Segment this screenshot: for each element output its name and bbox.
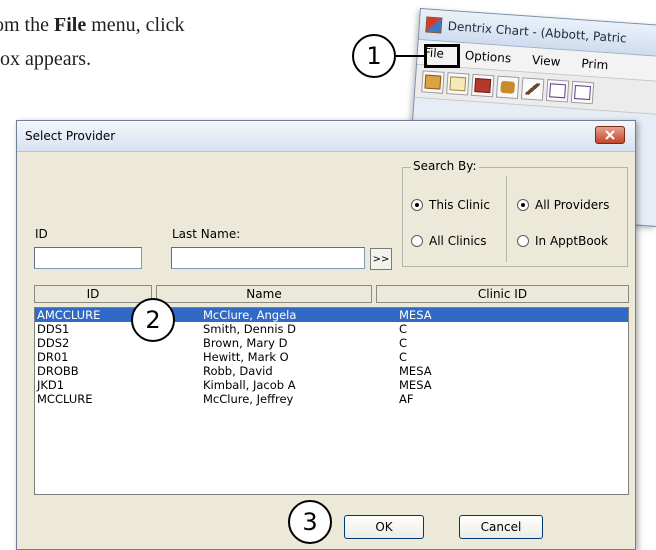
radio-all-clinics-dot xyxy=(411,235,423,247)
row-clinic: AF xyxy=(399,392,414,406)
dentrix-app-icon xyxy=(425,16,443,34)
chart-window-title: Dentrix Chart - (Abbott, Patric xyxy=(447,19,628,46)
row-clinic: C xyxy=(399,350,408,364)
dialog-title: Select Provider xyxy=(25,129,116,143)
callout-2: 2 xyxy=(131,298,175,342)
row-name: Brown, Mary D xyxy=(203,336,288,350)
radio-in-apptbook-label: In ApptBook xyxy=(535,234,608,248)
id-field[interactable] xyxy=(34,247,142,269)
row-id: DDS1 xyxy=(37,322,70,336)
radio-all-providers-label: All Providers xyxy=(535,198,610,212)
form-toolbar-button[interactable] xyxy=(570,80,595,105)
search-by-divider xyxy=(506,176,507,262)
chair-icon xyxy=(500,80,516,94)
menu-prim[interactable]: Prim xyxy=(572,56,621,73)
row-id: DROBB xyxy=(37,364,79,378)
notes-toolbar-button[interactable] xyxy=(446,72,470,96)
patient-folder-toolbar-button[interactable] xyxy=(421,70,445,94)
callout-3: 3 xyxy=(288,500,332,544)
row-name: Hewitt, Mark O xyxy=(203,350,289,364)
book-icon xyxy=(474,78,492,94)
row-id: AMCCLURE xyxy=(37,308,101,322)
row-name: Kimball, Jacob A xyxy=(203,378,296,392)
row-clinic: C xyxy=(399,336,408,350)
table-row[interactable]: DROBB Robb, David MESA xyxy=(35,364,628,378)
radio-all-providers-dot xyxy=(517,199,529,211)
patient-folder-icon xyxy=(424,74,442,90)
row-id: JKD1 xyxy=(37,378,65,392)
radio-this-clinic-label: This Clinic xyxy=(429,198,490,212)
row-id: DDS2 xyxy=(37,336,70,350)
pen-toolbar-button[interactable] xyxy=(520,77,545,101)
chair-toolbar-button[interactable] xyxy=(495,75,520,100)
row-clinic: MESA xyxy=(399,308,432,322)
column-header-id[interactable]: ID xyxy=(34,285,152,303)
table-row[interactable]: MCCLURE McClure, Jeffrey AF xyxy=(35,392,628,406)
row-name: McClure, Jeffrey xyxy=(203,392,294,406)
callout-1-leader xyxy=(396,55,426,57)
file-menu-reference: File xyxy=(54,14,87,36)
select-provider-dialog: Select Provider ID Last Name: >> Search … xyxy=(16,120,636,550)
radio-in-apptbook[interactable]: In ApptBook xyxy=(517,234,608,248)
close-icon xyxy=(605,130,615,140)
close-button[interactable] xyxy=(595,126,625,144)
menu-options[interactable]: Options xyxy=(455,48,523,67)
form-icon xyxy=(574,85,591,101)
ok-button[interactable]: OK xyxy=(344,515,424,539)
row-clinic: MESA xyxy=(399,378,432,392)
radio-in-apptbook-dot xyxy=(517,235,529,247)
table-row[interactable]: AMCCLURE McClure, Angela MESA xyxy=(35,308,628,322)
provider-list[interactable]: AMCCLURE McClure, Angela MESA DDS1 Smith… xyxy=(34,307,629,495)
row-id: DR01 xyxy=(37,350,69,364)
instruction-line-2: box appears. xyxy=(0,48,92,70)
callout-1: 1 xyxy=(352,34,396,78)
row-clinic: C xyxy=(399,322,408,336)
instruction-text: om the File menu, click box appears. xyxy=(0,8,300,76)
file-menu-highlight xyxy=(424,44,460,68)
search-by-group: Search By: This Clinic All Clinics All P… xyxy=(402,159,628,267)
last-name-label: Last Name: xyxy=(172,227,241,241)
radio-all-clinics-label: All Clinics xyxy=(429,234,487,248)
row-name: Robb, David xyxy=(203,364,273,378)
menu-view[interactable]: View xyxy=(523,52,573,69)
pen-icon xyxy=(525,82,541,96)
id-label: ID xyxy=(35,227,48,241)
radio-all-clinics[interactable]: All Clinics xyxy=(411,234,487,248)
search-go-button[interactable]: >> xyxy=(370,248,392,270)
column-header-name[interactable]: Name xyxy=(156,285,372,303)
eraser-toolbar-button[interactable] xyxy=(545,79,570,103)
row-name: Smith, Dennis D xyxy=(203,322,297,336)
dialog-titlebar[interactable]: Select Provider xyxy=(17,121,635,152)
instruction-line-1: om the File menu, click xyxy=(0,14,185,36)
radio-all-providers[interactable]: All Providers xyxy=(517,198,609,212)
last-name-field[interactable] xyxy=(171,247,365,269)
cancel-button[interactable]: Cancel xyxy=(459,515,543,539)
column-header-clinic-id[interactable]: Clinic ID xyxy=(376,285,629,303)
table-row[interactable]: DDS2 Brown, Mary D C xyxy=(35,336,628,350)
provider-list-header: ID Name Clinic ID xyxy=(34,285,629,303)
radio-this-clinic[interactable]: This Clinic xyxy=(411,198,490,212)
book-toolbar-button[interactable] xyxy=(471,73,495,98)
row-id: MCCLURE xyxy=(37,392,93,406)
notes-icon xyxy=(449,76,467,92)
radio-this-clinic-dot xyxy=(411,199,423,211)
table-row[interactable]: DDS1 Smith, Dennis D C xyxy=(35,322,628,336)
table-row[interactable]: JKD1 Kimball, Jacob A MESA xyxy=(35,378,628,392)
table-row[interactable]: DR01 Hewitt, Mark O C xyxy=(35,350,628,364)
eraser-icon xyxy=(549,83,567,99)
row-name: McClure, Angela xyxy=(203,308,297,322)
search-by-title: Search By: xyxy=(411,159,479,173)
row-clinic: MESA xyxy=(399,364,432,378)
